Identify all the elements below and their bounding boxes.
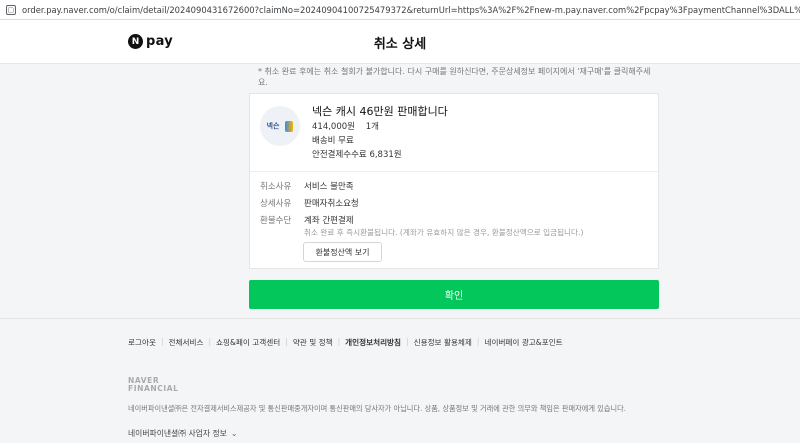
refund-note: 취소 완료 후 즉시환불됩니다. (계좌가 유효하지 않은 경우, 환불정산액으… — [304, 228, 584, 237]
detail-reason-label: 상세사유 — [260, 199, 292, 209]
footer-links: 로그아웃 | 전체서비스 | 쇼핑&페이 고객센터 | 약관 및 정책 | 개인… — [128, 337, 563, 348]
url-text[interactable]: order.pay.naver.com/o/claim/detail/20240… — [22, 5, 800, 15]
page-info-icon[interactable]: ▢ — [6, 4, 16, 15]
page-header: N pay 취소 상세 — [0, 20, 800, 64]
refund-method-label: 환불수단 — [260, 216, 292, 226]
separator: | — [337, 337, 341, 346]
reason-value: 서비스 불만족 — [304, 182, 354, 192]
detail-reason-value: 판매자취소요청 — [304, 199, 359, 209]
product-quantity: 1개 — [365, 122, 379, 132]
naver-financial-logo: NAVER FINANCIAL — [128, 377, 179, 393]
separator: | — [285, 337, 288, 346]
footer-link-privacy[interactable]: 개인정보처리방침 — [345, 337, 401, 348]
product-title[interactable]: 넥슨 캐시 46만원 판매합니다 — [312, 103, 448, 119]
separator: | — [160, 337, 164, 346]
footer-link-all-services[interactable]: 전체서비스 — [169, 337, 204, 348]
chevron-down-icon: ⌄ — [230, 429, 238, 438]
footer-link-support[interactable]: 쇼핑&페이 고객센터 — [216, 337, 280, 348]
company-info-label: 네이버파이낸셜㈜ 사업자 정보 — [128, 429, 227, 438]
divider — [250, 171, 658, 172]
cancel-detail-card: 넥슨 넥슨 캐시 46만원 판매합니다 414,000원 1개 배송비 무료 안… — [249, 93, 659, 269]
confirm-button[interactable]: 확인 — [249, 280, 659, 309]
product-thumbnail[interactable]: 넥슨 — [260, 106, 300, 146]
thumbnail-text: 넥슨 — [266, 122, 280, 130]
card-icon — [285, 120, 294, 132]
footer-disclaimer: 네이버파이낸셜㈜은 전자결제서비스제공자 및 통신판매중개자이며 통신판매의 당… — [128, 404, 626, 413]
address-bar[interactable]: ▢ order.pay.naver.com/o/claim/detail/202… — [0, 0, 800, 20]
separator: | — [476, 337, 480, 346]
product-price: 414,000원 — [312, 122, 355, 132]
footer: 로그아웃 | 전체서비스 | 쇼핑&페이 고객센터 | 약관 및 정책 | 개인… — [0, 318, 800, 443]
footer-link-terms[interactable]: 약관 및 정책 — [293, 337, 333, 348]
logo-line-2: FINANCIAL — [128, 384, 179, 393]
refund-method-value: 계좌 간편결제 — [304, 216, 354, 226]
footer-link-credit-info[interactable]: 신용정보 활용체제 — [414, 337, 472, 348]
shipping-fee: 배송비 무료 — [312, 136, 354, 146]
view-refund-amount-button[interactable]: 환불정산액 보기 — [303, 242, 382, 262]
cancel-notice: * 취소 완료 후에는 취소 철회가 불가합니다. 다시 구매를 원하신다면, … — [258, 67, 651, 87]
price-quantity: 414,000원 1개 — [312, 120, 379, 132]
separator: | — [208, 337, 212, 346]
company-info-toggle[interactable]: 네이버파이낸셜㈜ 사업자 정보 ⌄ — [128, 428, 238, 439]
footer-link-ads-points[interactable]: 네이버페이 광고&포인트 — [484, 337, 562, 348]
separator: | — [406, 337, 409, 346]
page-title: 취소 상세 — [373, 37, 427, 52]
footer-link-logout[interactable]: 로그아웃 — [128, 337, 156, 348]
safe-payment-fee: 안전결제수수료 6,831원 — [312, 150, 402, 160]
reason-label: 취소사유 — [260, 182, 292, 192]
